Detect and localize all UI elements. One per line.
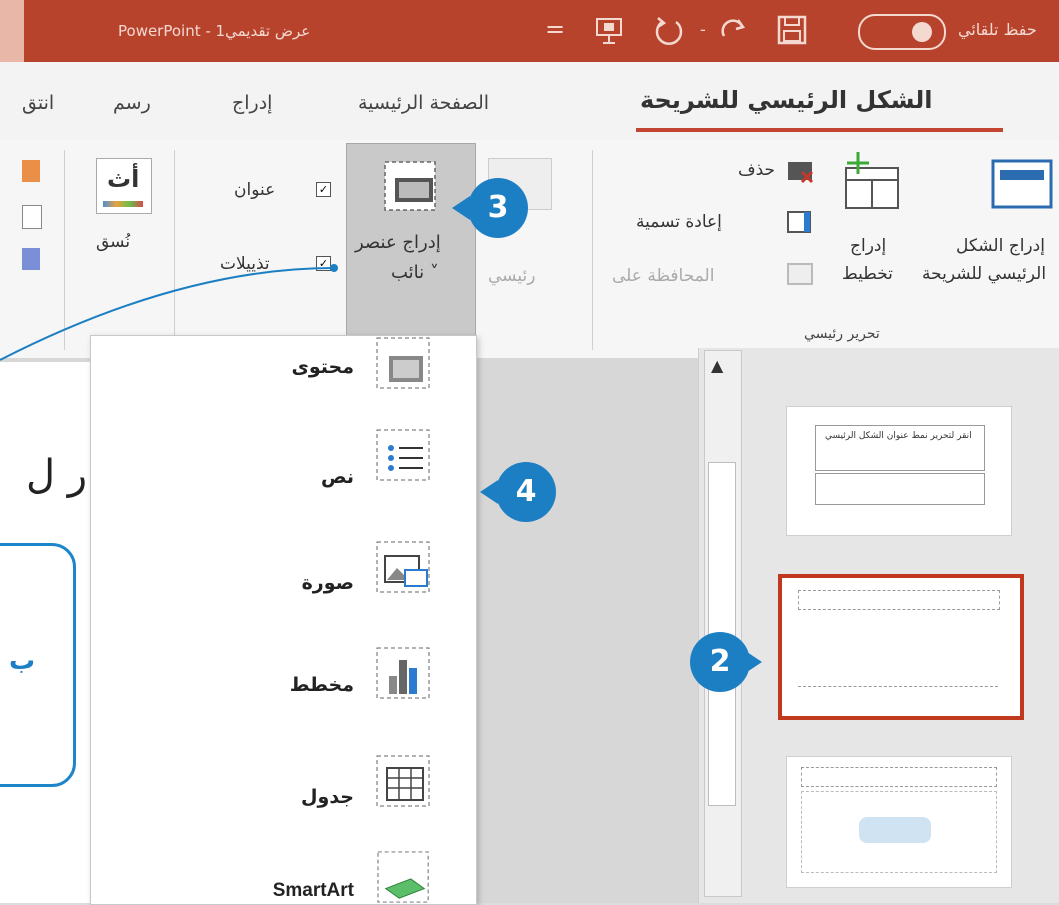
- colors-icon[interactable]: [22, 160, 40, 182]
- autosave-label: حفظ تلقائي: [958, 20, 1037, 39]
- delete-icon[interactable]: [786, 160, 816, 184]
- thumb-subtitle-box: [815, 473, 985, 505]
- menu-item-picture[interactable]: صورة: [91, 540, 476, 630]
- menu-label-smartart: SmartArt: [272, 880, 354, 901]
- menu-label-picture: صورة: [301, 572, 354, 594]
- ribbon-options-icon[interactable]: =: [545, 15, 565, 43]
- callout-box-text: ب: [9, 646, 36, 676]
- insert-slide-master-label-2: الرئيسي للشريحة: [922, 264, 1047, 284]
- thumb-footer-line: [798, 686, 998, 697]
- insert-placeholder-label-2: نائب ˅: [391, 262, 439, 283]
- title-checkbox[interactable]: ✓: [316, 182, 331, 197]
- rename-icon[interactable]: [786, 210, 816, 236]
- insert-slide-master-label: إدراج الشكل: [956, 236, 1045, 256]
- placeholder-icon: [384, 161, 436, 211]
- text-icon: [376, 429, 430, 481]
- ribbon-separator: [592, 150, 593, 350]
- title-bar-edge: [0, 0, 24, 62]
- redo-icon[interactable]: [718, 16, 750, 46]
- fonts-icon[interactable]: [22, 205, 42, 229]
- insert-placeholder-menu: محتوى نص صورة مخطط جدول SmartArt: [90, 335, 477, 905]
- insert-layout-label: إدراج: [850, 236, 887, 256]
- callout-badge-3: 3: [452, 178, 528, 238]
- tab-partial[interactable]: انتق: [22, 92, 54, 114]
- callout-badge-4: 4: [480, 462, 556, 522]
- autosave-toggle[interactable]: [858, 14, 946, 50]
- active-tab-underline: [636, 128, 1003, 132]
- callout-badge-2: 2: [690, 632, 762, 692]
- preserve-icon: [787, 263, 813, 285]
- badge-pointer: [744, 650, 762, 674]
- menu-item-table[interactable]: جدول: [91, 754, 476, 844]
- delete-label[interactable]: حذف: [738, 160, 775, 180]
- scroll-up-arrow-icon[interactable]: ▲: [711, 356, 723, 375]
- rename-label[interactable]: إعادة تسمية: [636, 212, 722, 232]
- insert-placeholder-label: إدراج عنصر: [355, 232, 441, 253]
- content-icon: [376, 337, 430, 389]
- thumbnail-slide-3[interactable]: [786, 756, 1012, 888]
- menu-label-text: نص: [320, 466, 354, 488]
- tab-insert[interactable]: إدراج: [232, 92, 272, 114]
- badge-number: 3: [468, 178, 528, 238]
- toggle-knob: [912, 22, 932, 42]
- insert-slide-master-icon[interactable]: [990, 158, 1054, 212]
- badge-pointer: [480, 480, 498, 504]
- thumb-placeholder-art: [859, 817, 931, 843]
- badge-number: 4: [496, 462, 556, 522]
- theme-colors-bar: [103, 201, 143, 207]
- badge-pointer: [452, 196, 470, 220]
- undo-dropdown-icon[interactable]: -: [700, 20, 706, 39]
- smartart-icon: [377, 851, 429, 903]
- thumbnail-slide-1[interactable]: انقر لتحرير نمط عنوان الشكل الرئيسي: [786, 406, 1012, 536]
- tab-draw[interactable]: رسم: [113, 92, 151, 114]
- menu-item-smartart[interactable]: SmartArt: [91, 850, 476, 904]
- slide-title-text: ر ل: [26, 452, 88, 498]
- theme-glyph: أث: [107, 165, 140, 193]
- preserve-label: المحافظة على: [612, 266, 715, 286]
- save-icon[interactable]: [776, 14, 808, 46]
- undo-icon[interactable]: [652, 14, 686, 48]
- table-icon: [376, 755, 430, 807]
- menu-label-table: جدول: [301, 786, 354, 808]
- menu-label-chart: مخطط: [289, 674, 354, 696]
- insert-layout-icon[interactable]: [838, 150, 904, 216]
- picture-icon: [376, 541, 430, 593]
- tab-home[interactable]: الصفحة الرئيسية: [358, 92, 489, 114]
- thumbnail-slide-2-selected[interactable]: [778, 574, 1024, 720]
- format-label: نُسق: [96, 232, 131, 252]
- app-title: PowerPoint - عرض تقديمي1: [118, 22, 311, 40]
- tab-slide-master[interactable]: الشكل الرئيسي للشريحة: [640, 86, 932, 114]
- theme-format-button[interactable]: أث: [96, 158, 152, 214]
- insert-layout-label-2: تخطيط: [842, 264, 893, 284]
- menu-item-text[interactable]: نص: [91, 428, 476, 518]
- group-edit-master-label: تحرير رئيسي: [804, 326, 880, 342]
- chart-icon: [376, 647, 430, 699]
- badge-number: 2: [690, 632, 750, 692]
- callout-connector-line: [0, 264, 338, 361]
- thumb-title-box: [801, 767, 997, 787]
- menu-item-chart[interactable]: مخطط: [91, 642, 476, 732]
- callout-box: ب: [0, 543, 76, 787]
- title-checkbox-label: عنوان: [234, 180, 276, 200]
- master-layout-label: رئيسي: [488, 266, 536, 286]
- thumb-title-box: [798, 590, 1000, 610]
- present-icon[interactable]: [594, 16, 624, 46]
- thumb-title-text: انقر لتحرير نمط عنوان الشكل الرئيسي: [825, 431, 972, 441]
- insert-placeholder-button[interactable]: إدراج عنصر نائب ˅: [346, 143, 476, 339]
